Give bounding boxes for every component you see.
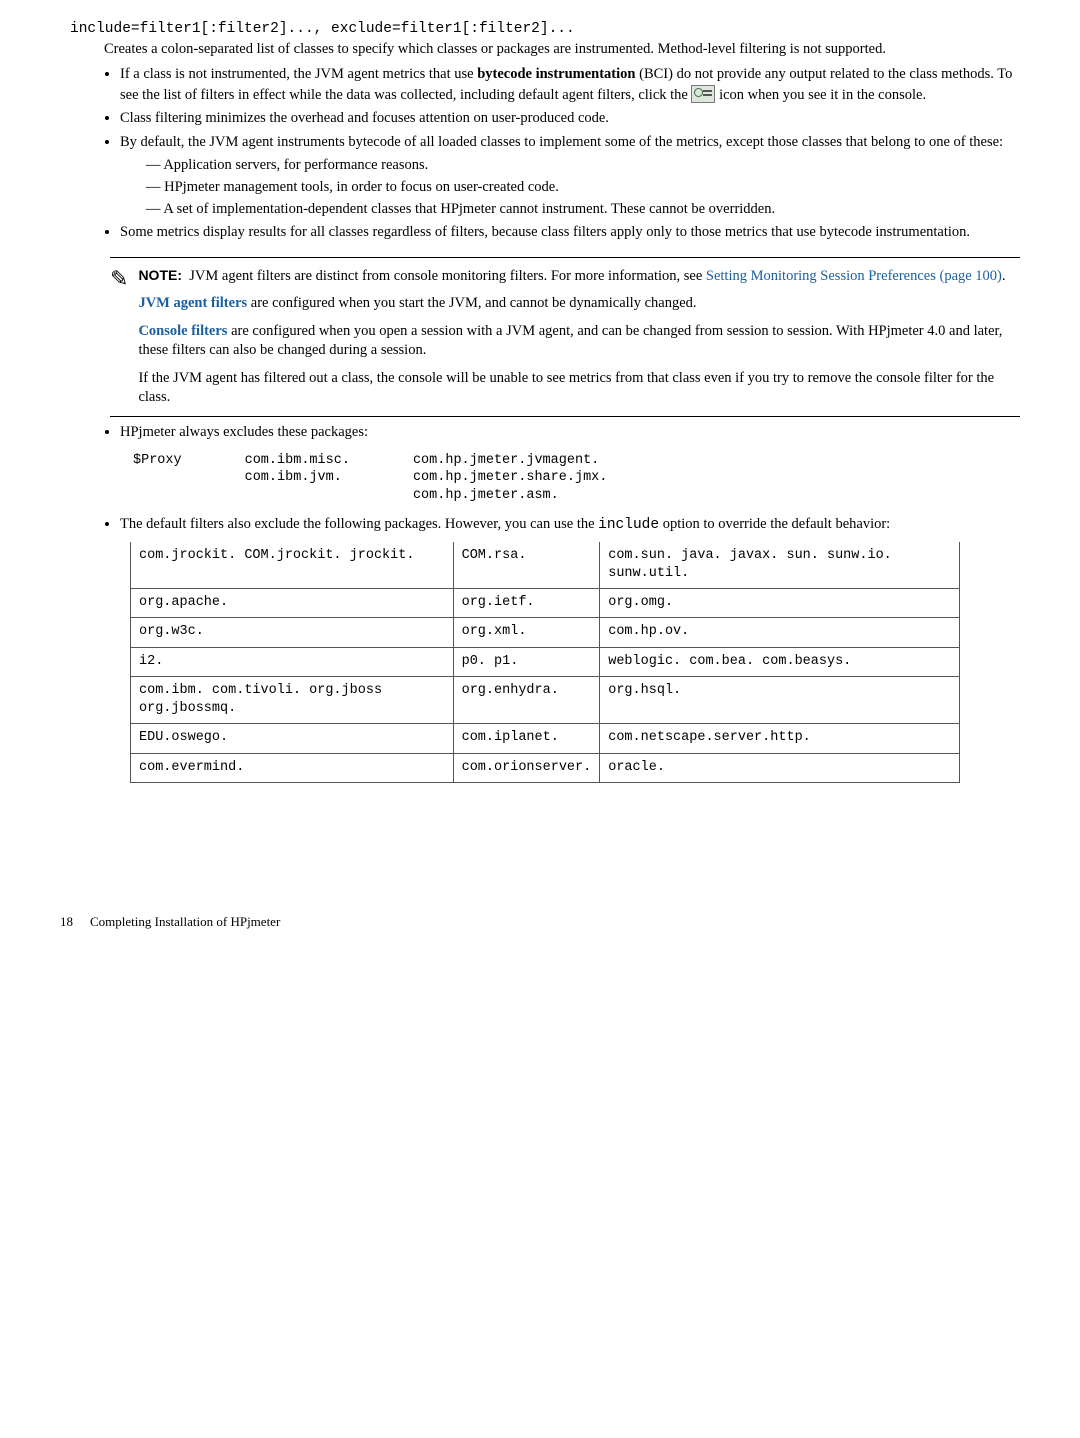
table-cell: oracle. — [600, 753, 960, 782]
table-cell: p0. p1. — [453, 647, 600, 676]
filter-info-icon[interactable] — [691, 85, 715, 103]
table-cell: org.xml. — [453, 618, 600, 647]
excluded-packages-table: $Proxy com.ibm.misc. com.ibm.jvm. com.hp… — [130, 449, 669, 508]
note-text-2: are configured when you start the JVM, a… — [247, 295, 696, 311]
table-cell: com.sun. java. javax. sun. sunw.io. sunw… — [600, 542, 960, 589]
table-cell: com.iplanet. — [453, 724, 600, 753]
page-title: Completing Installation of HPjmeter — [90, 913, 280, 931]
bullet6-a: The default filters also exclude the fol… — [120, 516, 598, 532]
table-cell: i2. — [131, 647, 454, 676]
default-filters-table: com.jrockit. COM.jrockit. jrockit. COM.r… — [130, 542, 960, 783]
list-item: A set of implementation-dependent classe… — [146, 200, 1020, 220]
third-bullet-list: The default filters also exclude the fol… — [120, 515, 1020, 536]
list-item: Some metrics display results for all cla… — [120, 223, 1020, 243]
note-text-4: If the JVM agent has filtered out a clas… — [138, 369, 1020, 408]
list-item: HPjmeter management tools, in order to f… — [146, 178, 1020, 198]
table-cell: org.apache. — [131, 589, 454, 618]
secondary-bullet-list: HPjmeter always excludes these packages: — [120, 423, 1020, 443]
main-bullet-list: If a class is not instrumented, the JVM … — [120, 65, 1020, 243]
note-link[interactable]: Setting Monitoring Session Preferences (… — [706, 268, 1002, 284]
table-cell: org.hsql. — [600, 676, 960, 723]
table-cell: org.omg. — [600, 589, 960, 618]
description-paragraph: Creates a colon-separated list of classe… — [104, 40, 1020, 60]
table-cell: weblogic. com.bea. com.beasys. — [600, 647, 960, 676]
table-cell: com.hp.jmeter.jvmagent. com.hp.jmeter.sh… — [412, 451, 667, 506]
syntax-line: include=filter1[:filter2]..., exclude=fi… — [70, 20, 1020, 40]
table-cell: com.ibm.misc. com.ibm.jvm. — [244, 451, 410, 506]
table-cell: EDU.oswego. — [131, 724, 454, 753]
table-cell: com.netscape.server.http. — [600, 724, 960, 753]
list-item: HPjmeter always excludes these packages: — [120, 423, 1020, 443]
list-item: Application servers, for performance rea… — [146, 156, 1020, 176]
note-label: NOTE: — [138, 267, 182, 283]
bullet3-text: By default, the JVM agent instruments by… — [120, 134, 1003, 150]
pkg: com.ibm.jvm. — [245, 469, 350, 487]
note-text-3: are configured when you open a session w… — [138, 323, 1002, 359]
bullet1-tail: icon when you see it in the console. — [715, 87, 926, 103]
table-cell: com.orionserver. — [453, 753, 600, 782]
list-item: The default filters also exclude the fol… — [120, 515, 1020, 536]
page-number: 18 — [60, 913, 73, 931]
table-cell: $Proxy — [132, 451, 242, 506]
bullet6-b: option to override the default behavior: — [659, 516, 890, 532]
table-cell: COM.rsa. — [453, 542, 600, 589]
list-item: If a class is not instrumented, the JVM … — [120, 65, 1020, 105]
jvm-agent-filters-term: JVM agent filters — [138, 295, 247, 311]
table-cell: com.evermind. — [131, 753, 454, 782]
note-text-1a: JVM agent filters are distinct from cons… — [189, 268, 706, 284]
bullet1-bold: bytecode instrumentation — [477, 66, 635, 82]
list-item: Class filtering minimizes the overhead a… — [120, 109, 1020, 129]
note-icon: ✎ — [110, 266, 128, 408]
table-cell: com.hp.ov. — [600, 618, 960, 647]
pkg: com.ibm.misc. — [245, 452, 350, 470]
note-block: ✎ NOTE: JVM agent filters are distinct f… — [110, 257, 1020, 417]
bullet1-pre: If a class is not instrumented, the JVM … — [120, 66, 477, 82]
bullet6-mono: include — [598, 517, 659, 533]
pkg: com.hp.jmeter.asm. — [413, 487, 607, 505]
list-item: By default, the JVM agent instruments by… — [120, 133, 1020, 219]
table-cell: com.ibm. com.tivoli. org.jboss org.jboss… — [131, 676, 454, 723]
table-cell: org.ietf. — [453, 589, 600, 618]
table-cell: com.jrockit. COM.jrockit. jrockit. — [131, 542, 454, 589]
table-cell: org.enhydra. — [453, 676, 600, 723]
pkg: com.hp.jmeter.share.jmx. — [413, 469, 607, 487]
dash-list: Application servers, for performance rea… — [146, 156, 1020, 219]
console-filters-term: Console filters — [138, 323, 227, 339]
table-cell: org.w3c. — [131, 618, 454, 647]
pkg: com.hp.jmeter.jvmagent. — [413, 452, 607, 470]
note-text-1b: . — [1002, 268, 1006, 284]
